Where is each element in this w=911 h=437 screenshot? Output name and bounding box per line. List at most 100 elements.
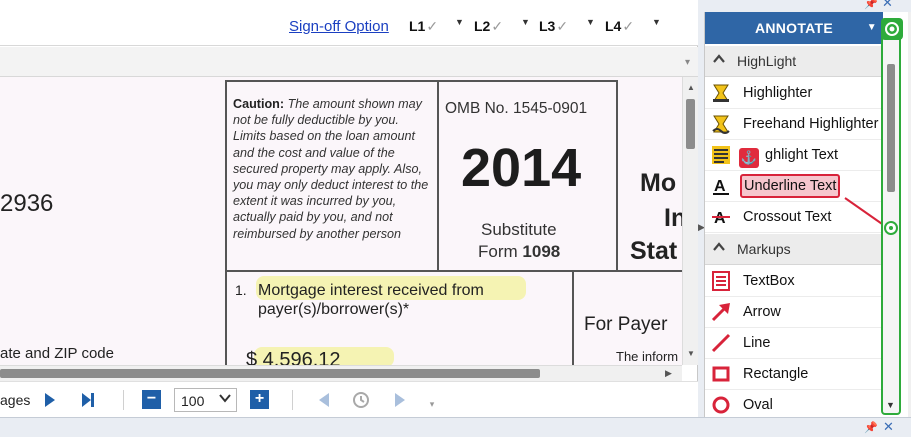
caret-down-icon[interactable]: ▼ (521, 17, 530, 27)
tool-label: Highlighter (743, 85, 813, 101)
history-icon[interactable] (351, 390, 371, 410)
tool-label: Freehand Highlighter (743, 116, 879, 132)
chevron-up-icon[interactable] (713, 241, 725, 255)
section-markups[interactable]: Markups (705, 234, 883, 265)
signoff-option-link[interactable]: Sign-off Option (289, 18, 389, 35)
tool-label: Arrow (743, 304, 781, 320)
level-l2[interactable]: L2✓ ▼ (474, 17, 530, 35)
tool-rectangle[interactable]: Rectangle (705, 359, 883, 390)
vertical-scrollbar[interactable]: ▲ ▼ (682, 77, 698, 365)
section-label: HighLight (737, 53, 797, 69)
doc-account-number: 2936 (0, 190, 54, 217)
chevron-down-icon[interactable] (219, 392, 231, 407)
tool-underline-text[interactable]: A Underline Text (705, 171, 883, 202)
tool-freehand-highlighter[interactable]: Freehand Highlighter (705, 109, 883, 140)
tool-crossout-text[interactable]: A Crossout Text (705, 202, 883, 233)
textbox-icon (710, 270, 732, 292)
caret-down-icon[interactable]: ▼ (455, 17, 464, 27)
chevron-down-icon[interactable]: ▼ (867, 12, 877, 44)
form-label: Form 1098 (478, 242, 561, 261)
horizontal-scrollbar[interactable]: ▶ (0, 365, 682, 381)
line-icon (710, 332, 732, 354)
oval-icon (710, 394, 732, 416)
level-l4[interactable]: L4✓ ▼ (605, 17, 661, 35)
info-text: The inform (616, 349, 679, 364)
pin-icon[interactable]: 📌 (864, 0, 878, 10)
doc-address-label: ate and ZIP code (0, 345, 114, 362)
caret-down-icon[interactable]: ▼ (652, 17, 661, 27)
svg-text:A: A (714, 178, 726, 195)
caution-box: Caution: The amount shown may not be ful… (225, 80, 439, 272)
zoom-value: 100 (181, 393, 205, 409)
tool-label: Line (743, 335, 771, 351)
box1-number: 1. (235, 282, 247, 298)
last-page-icon[interactable] (78, 390, 98, 410)
page-navigation-bar: ages − 100 + ▾ (0, 381, 698, 417)
caution-text: The amount shown may not be fully deduct… (233, 97, 429, 241)
omb-box: OMB No. 1545-0901 2014 Substitute Form 1… (437, 80, 618, 272)
tool-label: Rectangle (743, 366, 809, 382)
connector-handle-icon[interactable] (884, 221, 898, 235)
annotate-panel: ANNOTATE ▼ HighLight Highlighter Freehan… (704, 12, 908, 421)
box1-label-line-2: payer(s)/borrower(s)* (258, 301, 410, 318)
back-icon[interactable] (314, 390, 334, 410)
caret-down-icon[interactable]: ▼ (586, 17, 595, 27)
box1-label-line-1: Mortgage interest received from (258, 282, 484, 299)
overflow-caret-icon[interactable]: ▾ (685, 57, 690, 68)
box1-amount: $ 4,596.12 (246, 349, 341, 365)
arrow-icon (710, 301, 732, 323)
scroll-thumb[interactable] (686, 99, 695, 149)
svg-text:A: A (714, 210, 726, 227)
scroll-right-icon[interactable]: ▶ (665, 368, 672, 379)
tool-line[interactable]: Line (705, 328, 883, 359)
scroll-thumb[interactable] (887, 64, 895, 192)
omb-number: OMB No. 1545-0901 (445, 100, 588, 117)
tool-label: Oval (743, 397, 773, 413)
target-icon[interactable] (881, 18, 903, 40)
scroll-up-icon[interactable]: ▲ (687, 83, 695, 92)
forward-icon[interactable] (390, 390, 410, 410)
zoom-select[interactable]: 100 (174, 388, 237, 412)
document-viewer: Sign-off Option L1✓ ▼ L2✓ ▼ L3✓ ▼ L4✓ ▼ … (0, 0, 698, 437)
scroll-down-icon[interactable]: ▼ (687, 349, 695, 358)
pages-label: ages (0, 392, 31, 408)
form-rule (225, 270, 227, 365)
zoom-out-button[interactable]: − (142, 390, 161, 409)
tool-textbox[interactable]: TextBox (705, 266, 883, 297)
tool-highlighter[interactable]: Highlighter (705, 78, 883, 109)
close-icon[interactable]: ✕ (882, 0, 893, 11)
toolbar-divider (292, 390, 293, 410)
chevron-up-icon[interactable] (713, 53, 725, 67)
section-highlight[interactable]: HighLight (705, 46, 883, 77)
app-window: Sign-off Option L1✓ ▼ L2✓ ▼ L3✓ ▼ L4✓ ▼ … (0, 0, 911, 437)
close-icon[interactable]: ✕ (883, 419, 894, 435)
scroll-down-icon[interactable]: ▼ (886, 400, 895, 410)
form-title-line-2: In (664, 204, 682, 232)
level-l3-label: L3 (539, 18, 556, 34)
level-l3[interactable]: L3✓ ▼ (539, 17, 595, 35)
annotate-header: ANNOTATE ▼ (705, 12, 883, 44)
scroll-thumb[interactable] (0, 369, 540, 378)
zoom-in-button[interactable]: + (250, 390, 269, 409)
caution-heading: Caution: (233, 97, 285, 111)
panel-scrollbar[interactable]: ▼ (881, 18, 901, 415)
check-icon: ✓ (622, 18, 635, 34)
tool-arrow[interactable]: Arrow (705, 297, 883, 328)
pin-icon[interactable]: 📌 (864, 421, 878, 434)
tool-label: Crossout Text (743, 209, 832, 225)
underline-text-icon: A (710, 175, 732, 197)
overflow-caret-icon[interactable]: ▾ (422, 394, 442, 414)
next-page-icon[interactable] (40, 390, 60, 410)
level-l1[interactable]: L1✓ ▼ (409, 17, 464, 35)
annotate-title: ANNOTATE (754, 20, 834, 36)
tool-highlight-text[interactable]: ghlight Text (705, 140, 883, 171)
document-page[interactable]: 2936 ate and ZIP code Caution: The amoun… (0, 77, 682, 365)
check-icon: ✓ (491, 18, 504, 34)
toolbar-divider (123, 390, 124, 410)
check-icon: ✓ (426, 18, 439, 34)
level-l2-label: L2 (474, 18, 491, 34)
panel-title-strip: 📌 ✕ (698, 0, 911, 12)
form-rule (572, 270, 574, 365)
anchor-icon[interactable]: ⚓ (739, 148, 759, 168)
freehand-highlighter-icon (710, 113, 732, 135)
